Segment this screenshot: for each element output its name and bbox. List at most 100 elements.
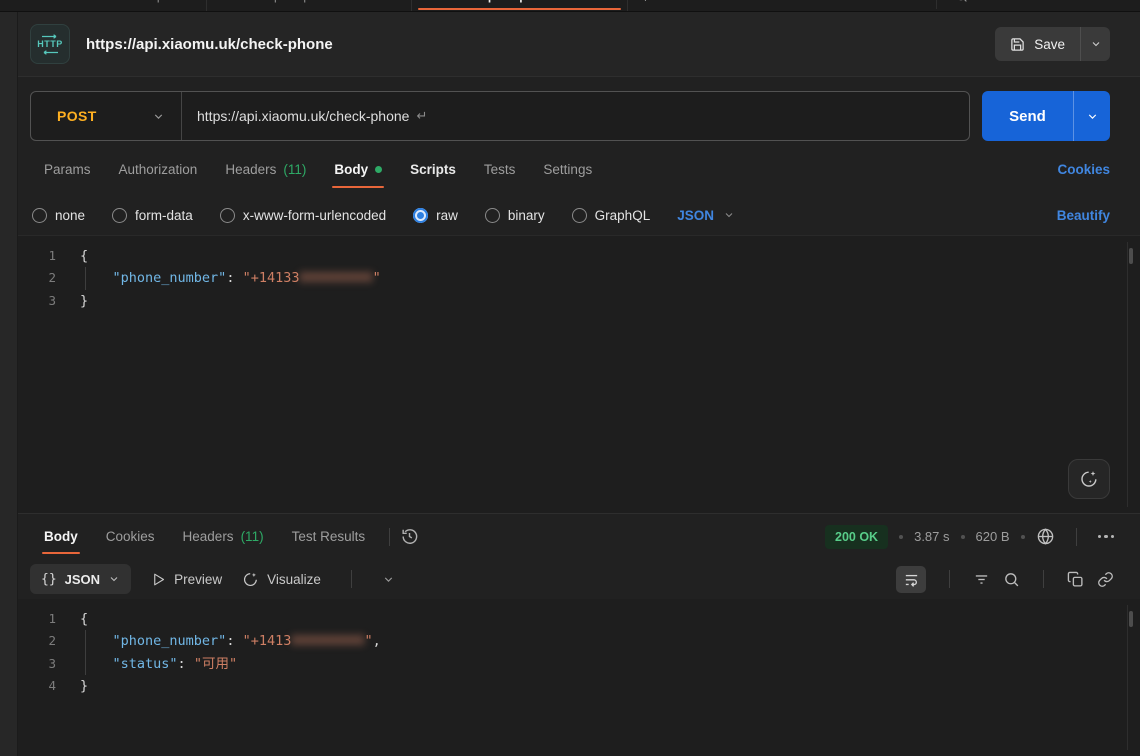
- save-label: Save: [1034, 37, 1065, 52]
- request-body-editor[interactable]: 123 { "phone_number": "+14133000000000"}: [18, 235, 1140, 513]
- beautify-link[interactable]: Beautify: [1057, 208, 1110, 223]
- tab-label: Body: [334, 162, 368, 177]
- radio-label: form-data: [135, 208, 193, 223]
- divider: [1043, 570, 1044, 588]
- unsaved-dot-icon: [375, 166, 382, 173]
- body-type-option-form-data[interactable]: form-data: [112, 208, 193, 223]
- preview-button[interactable]: Preview: [151, 572, 222, 587]
- postbot-button[interactable]: [1068, 459, 1110, 499]
- editor-scrollbar-thumb[interactable]: [1129, 611, 1133, 627]
- line-number: 1: [18, 245, 56, 267]
- radio-label: binary: [508, 208, 545, 223]
- token-punc: :: [178, 656, 194, 672]
- code-line[interactable]: "phone_number": "+1413000000000",: [80, 630, 1140, 652]
- tab-body[interactable]: Body: [320, 143, 396, 195]
- token-sp: [80, 633, 113, 649]
- copy-response-button[interactable]: [1067, 571, 1084, 588]
- response-history-button[interactable]: [400, 527, 419, 546]
- wrap-text-button[interactable]: [896, 566, 926, 593]
- braces-icon: {}: [41, 572, 57, 587]
- tab-settings[interactable]: Settings: [529, 143, 606, 195]
- response-body-editor[interactable]: 1234 { "phone_number": "+1413000000000",…: [18, 599, 1140, 756]
- radio-label: x-www-form-urlencoded: [243, 208, 386, 223]
- token-str: ": [373, 270, 381, 286]
- code-line[interactable]: "phone_number": "+14133000000000": [80, 267, 1140, 289]
- line-number: 3: [18, 290, 56, 312]
- visualize-button[interactable]: Visualize: [242, 571, 321, 588]
- token-str: "+1413: [243, 633, 292, 649]
- response-tab-cookies[interactable]: Cookies: [92, 514, 169, 559]
- save-options-button[interactable]: [1080, 27, 1110, 61]
- network-info-button[interactable]: [1036, 527, 1055, 546]
- dot-separator: [1021, 535, 1025, 539]
- workspace-tab[interactable]: POSThttps://api.xiaomu.uk/c: [412, 0, 628, 11]
- filter-button[interactable]: [973, 571, 990, 588]
- tab-label: Test Results: [292, 529, 366, 544]
- send-options-button[interactable]: [1073, 91, 1110, 141]
- clock-history-icon: [400, 527, 419, 546]
- token-punc: :: [226, 633, 242, 649]
- divider: [389, 528, 390, 546]
- url-input[interactable]: https://api.xiaomu.uk/check-phone ↵: [182, 92, 969, 140]
- tab-params[interactable]: Params: [30, 143, 105, 195]
- response-format-label: JSON: [65, 572, 100, 587]
- cookies-link[interactable]: Cookies: [1057, 162, 1110, 177]
- radio-icon: [485, 208, 500, 223]
- environment-selector[interactable]: No environment: [936, 0, 1080, 9]
- status-badge[interactable]: 200 OK: [825, 525, 888, 549]
- save-button[interactable]: Save: [995, 27, 1080, 61]
- preview-label: Preview: [174, 572, 222, 587]
- chevron-down-icon: [152, 110, 165, 123]
- response-meta: 200 OK 3.87 s 620 B: [825, 514, 1114, 559]
- response-tab-headers[interactable]: Headers(11): [169, 514, 278, 559]
- sidebar-collapsed-rail[interactable]: [0, 12, 18, 756]
- app-window: GETUntitled RequestGEThttps://api.xiaomu…: [0, 0, 1140, 756]
- share-link-button[interactable]: [1097, 571, 1114, 588]
- response-more-actions-button[interactable]: [1098, 535, 1115, 539]
- code-area[interactable]: { "phone_number": "+14133000000000"}: [56, 245, 1140, 513]
- divider: [949, 570, 950, 588]
- body-type-option-x-www-form-urlencoded[interactable]: x-www-form-urlencoded: [220, 208, 386, 223]
- tab-headers[interactable]: Headers(11): [211, 143, 320, 195]
- radio-label: raw: [436, 208, 458, 223]
- response-tab-test-results[interactable]: Test Results: [278, 514, 380, 559]
- tab-scripts[interactable]: Scripts: [396, 143, 470, 195]
- editor-scrollbar-thumb[interactable]: [1129, 248, 1133, 264]
- token-punc: {: [80, 248, 88, 264]
- workspace-tab[interactable]: GETUntitled Request: [40, 0, 207, 11]
- line-number: 3: [18, 653, 56, 675]
- body-type-option-GraphQL[interactable]: GraphQL: [572, 208, 651, 223]
- new-tab-button[interactable]: +: [628, 0, 664, 11]
- radio-icon: [32, 208, 47, 223]
- token-str: ": [365, 633, 373, 649]
- response-format-select[interactable]: {} JSON: [30, 564, 131, 594]
- tab-tests[interactable]: Tests: [470, 143, 530, 195]
- tab-label: Body: [44, 529, 78, 544]
- code-area[interactable]: { "phone_number": "+1413000000000", "sta…: [56, 608, 1140, 756]
- token-key: "phone_number": [113, 633, 227, 649]
- code-line[interactable]: {: [80, 245, 1140, 267]
- code-line[interactable]: }: [80, 290, 1140, 312]
- body-type-option-none[interactable]: none: [32, 208, 85, 223]
- tab-method-label: POST: [436, 0, 466, 2]
- link-icon: [1097, 571, 1114, 588]
- tab-authorization[interactable]: Authorization: [105, 143, 212, 195]
- search-in-response-button[interactable]: [1003, 571, 1020, 588]
- token-punc: ,: [373, 633, 381, 649]
- body-format-select[interactable]: JSON: [677, 208, 735, 223]
- send-button[interactable]: Send: [982, 91, 1073, 141]
- response-tab-body[interactable]: Body: [30, 514, 92, 559]
- body-type-option-binary[interactable]: binary: [485, 208, 545, 223]
- workspace-tab[interactable]: GEThttps://api.xiaomu.uk/ch: [207, 0, 412, 11]
- line-number: 1: [18, 608, 56, 630]
- method-select[interactable]: POST: [31, 92, 181, 140]
- code-line[interactable]: "status": "可用": [80, 653, 1140, 675]
- radio-label: none: [55, 208, 85, 223]
- body-type-option-raw[interactable]: raw: [413, 208, 458, 223]
- code-line[interactable]: }: [80, 675, 1140, 697]
- wrap-text-icon: [903, 571, 920, 588]
- token-sp: [80, 656, 113, 672]
- visualize-options-button[interactable]: [382, 573, 395, 586]
- code-line[interactable]: {: [80, 608, 1140, 630]
- request-title: https://api.xiaomu.uk/check-phone: [86, 36, 333, 53]
